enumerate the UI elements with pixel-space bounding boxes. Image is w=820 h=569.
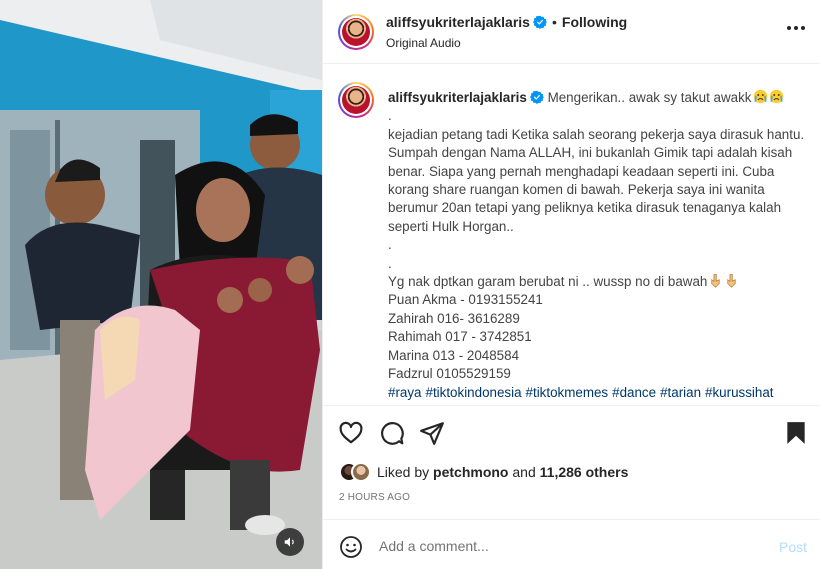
caption-contact-intro: Yg nak dptkan garam berubat ni .. wussp … bbox=[388, 273, 808, 291]
hashtag-link[interactable]: #tiktokmemes bbox=[526, 385, 609, 400]
caption-dot: . bbox=[388, 237, 392, 253]
crying-face-emoji bbox=[769, 89, 783, 104]
video-frame bbox=[0, 0, 322, 569]
more-options-icon[interactable] bbox=[787, 26, 805, 30]
verified-badge-icon bbox=[529, 90, 544, 104]
likes-conjunction: and bbox=[512, 464, 536, 480]
caption-area: aliffsyukriterlajaklaris Mengerikan.. aw… bbox=[323, 65, 820, 405]
caption-username[interactable]: aliffsyukriterlajaklaris bbox=[388, 90, 527, 105]
hashtag-link[interactable]: #dance bbox=[612, 385, 656, 400]
post-details-panel: aliffsyukriterlajaklaris • Following Origi… bbox=[322, 0, 820, 569]
post-header: aliffsyukriterlajaklaris • Following Origi… bbox=[323, 0, 820, 64]
caption-paragraph: kejadian petang tadi Ketika salah seoran… bbox=[388, 126, 805, 234]
post-timestamp[interactable]: 2 HOURS AGO bbox=[339, 492, 410, 503]
comment-bar: Post bbox=[323, 519, 820, 569]
verified-badge-icon bbox=[532, 15, 547, 29]
post-video[interactable] bbox=[0, 0, 322, 569]
author-avatar[interactable] bbox=[338, 14, 374, 50]
caption-text: aliffsyukriterlajaklaris Mengerikan.. aw… bbox=[388, 89, 808, 402]
post-comment-button[interactable]: Post bbox=[779, 539, 807, 555]
contact-line: Zahirah 016- 3616289 bbox=[388, 310, 520, 326]
contact-line: Rahimah 017 - 3742851 bbox=[388, 329, 532, 345]
separator-dot: • bbox=[551, 14, 557, 30]
likes-count[interactable]: 11,286 others bbox=[540, 464, 629, 480]
caption-headline: Mengerikan.. awak sy takut awakk bbox=[547, 90, 752, 105]
hashtag-link[interactable]: #raya bbox=[388, 385, 422, 400]
hashtag-list: #raya #tiktokindonesia #tiktokmemes #dance #… bbox=[388, 384, 808, 402]
likes-summary: Liked by petchmono and 11,286 others bbox=[339, 461, 628, 483]
following-button[interactable]: Following bbox=[562, 14, 627, 30]
contact-line: Fadzrul 0105529159 bbox=[388, 366, 511, 382]
comment-input[interactable] bbox=[379, 534, 759, 558]
speaker-icon bbox=[284, 537, 294, 547]
author-line: aliffsyukriterlajaklaris • Following bbox=[386, 14, 627, 30]
likes-prefix: Liked by bbox=[377, 464, 430, 480]
caption-avatar[interactable] bbox=[338, 82, 374, 118]
hashtag-link[interactable]: #kurussihat bbox=[705, 385, 773, 400]
audio-label[interactable]: Original Audio bbox=[386, 36, 461, 50]
action-bar bbox=[323, 405, 820, 461]
comment-icon[interactable] bbox=[379, 420, 405, 446]
liker-username[interactable]: petchmono bbox=[433, 464, 508, 480]
crying-face-emoji bbox=[753, 89, 767, 104]
paper-plane-icon[interactable] bbox=[419, 420, 445, 446]
hashtag-link[interactable]: #tiktokindonesia bbox=[426, 385, 522, 400]
author-username[interactable]: aliffsyukriterlajaklaris bbox=[386, 14, 530, 30]
mute-button[interactable] bbox=[276, 528, 304, 556]
caption-dot: . bbox=[388, 108, 392, 124]
pointing-down-emoji bbox=[727, 274, 736, 288]
smile-icon[interactable] bbox=[339, 535, 363, 559]
heart-icon[interactable] bbox=[338, 420, 364, 446]
caption-dot: . bbox=[388, 255, 392, 271]
pointing-down-emoji bbox=[711, 274, 720, 288]
liker-avatar[interactable] bbox=[351, 462, 371, 482]
hashtag-link[interactable]: #tarian bbox=[660, 385, 701, 400]
contact-line: Marina 013 - 2048584 bbox=[388, 347, 520, 363]
bookmark-icon[interactable] bbox=[783, 420, 809, 446]
contact-line: Puan Akma - 0193155241 bbox=[388, 292, 543, 308]
